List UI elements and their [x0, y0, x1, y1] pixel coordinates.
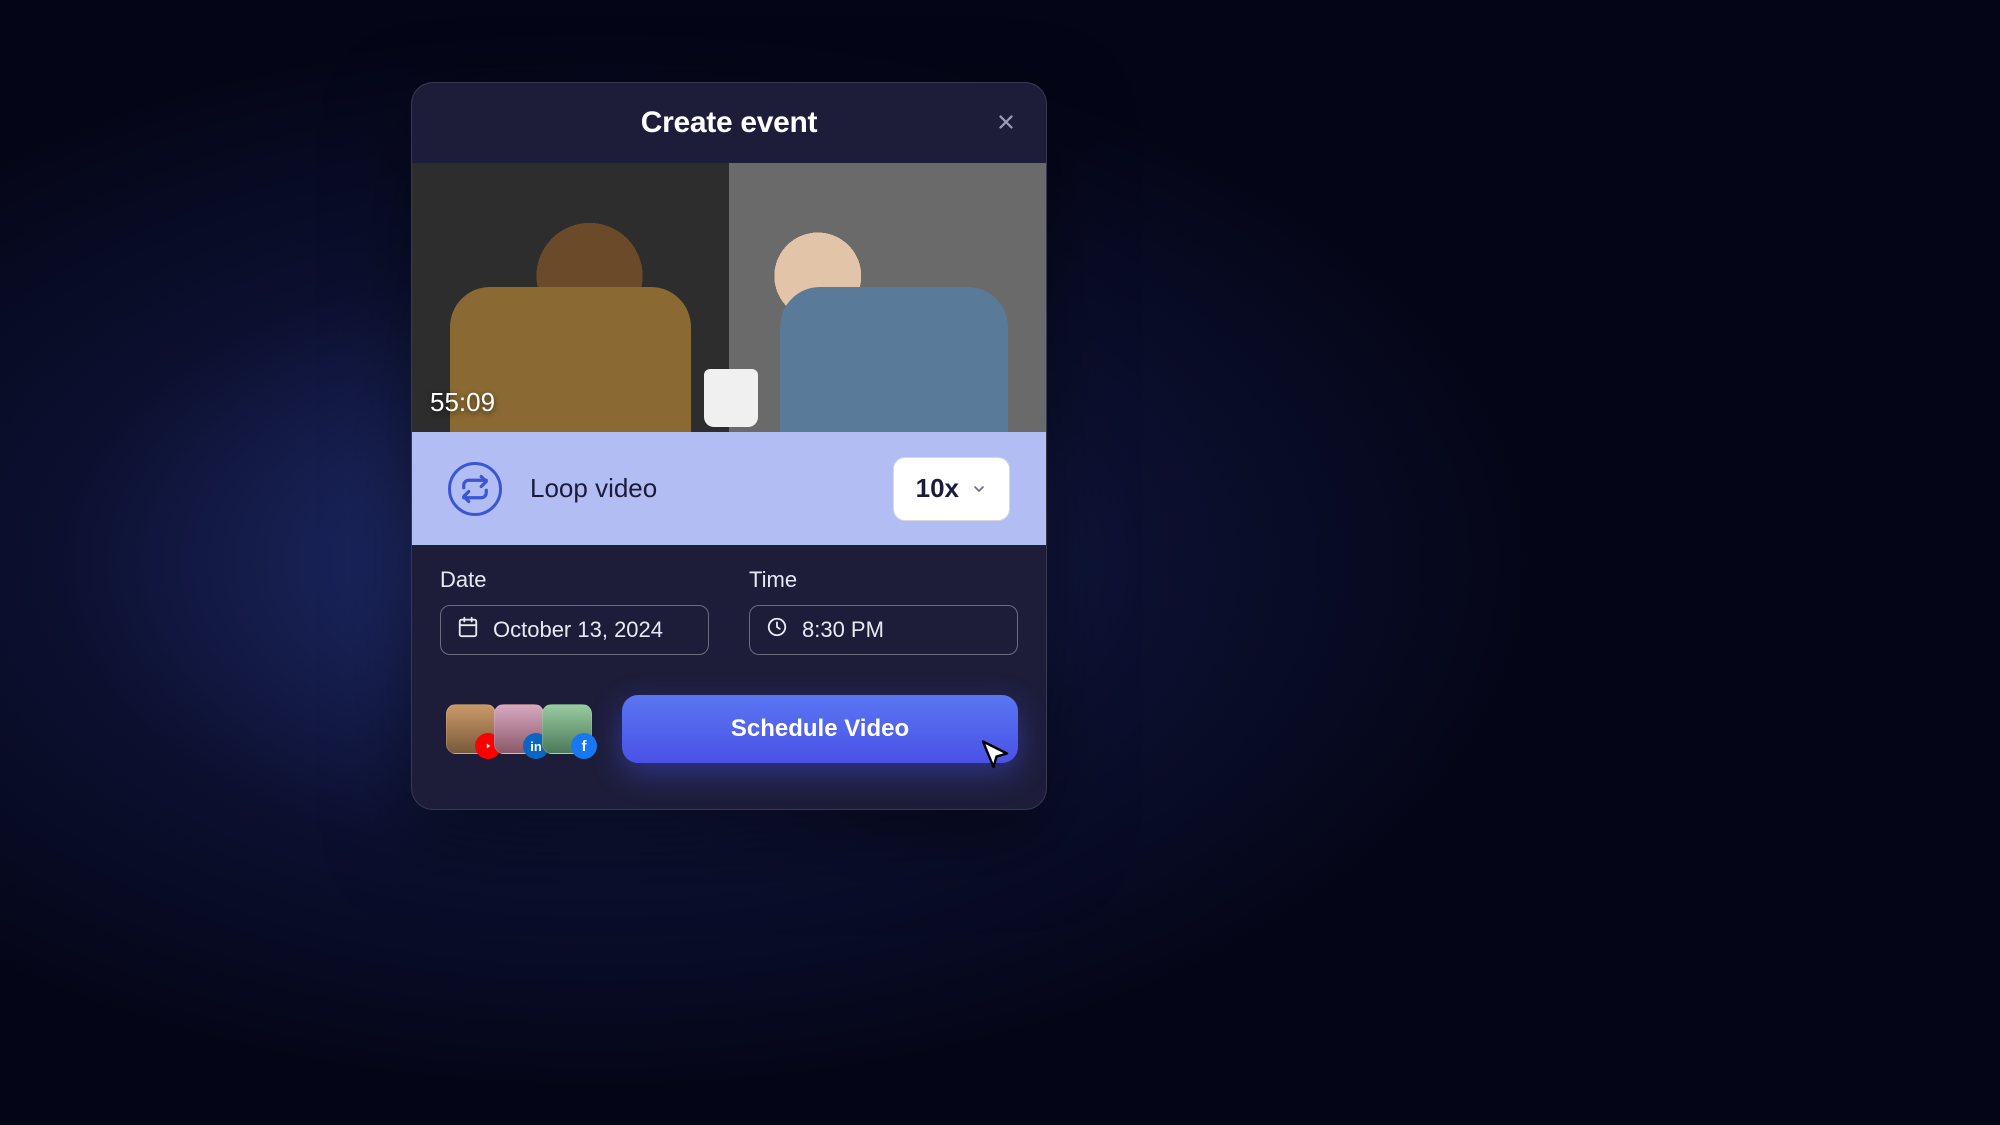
- avatar[interactable]: in: [494, 704, 544, 754]
- close-icon: [995, 111, 1017, 136]
- loop-video-row: Loop video 10x: [412, 432, 1046, 545]
- platform-avatars: in f: [440, 704, 592, 754]
- date-value: October 13, 2024: [493, 617, 663, 643]
- datetime-row: Date October 13, 2024 Time 8:30 PM: [412, 545, 1046, 665]
- time-input[interactable]: 8:30 PM: [749, 605, 1018, 655]
- modal-footer: in f Schedule Video: [412, 665, 1046, 809]
- clock-icon: [766, 616, 788, 644]
- video-thumbnail[interactable]: 55:09: [412, 163, 1046, 432]
- date-input[interactable]: October 13, 2024: [440, 605, 709, 655]
- loop-count-value: 10x: [916, 473, 959, 504]
- avatar[interactable]: [446, 704, 496, 754]
- loop-label: Loop video: [530, 473, 865, 504]
- create-event-modal: Create event 55:09 Loop video 10x: [411, 82, 1047, 810]
- avatar[interactable]: f: [542, 704, 592, 754]
- date-label: Date: [440, 567, 709, 593]
- modal-header: Create event: [412, 83, 1046, 163]
- loop-count-select[interactable]: 10x: [893, 457, 1010, 521]
- chevron-down-icon: [971, 473, 987, 504]
- loop-icon: [448, 462, 502, 516]
- modal-title: Create event: [641, 106, 818, 140]
- time-value: 8:30 PM: [802, 617, 884, 643]
- time-label: Time: [749, 567, 1018, 593]
- time-field: Time 8:30 PM: [749, 567, 1018, 655]
- calendar-icon: [457, 616, 479, 644]
- date-field: Date October 13, 2024: [440, 567, 709, 655]
- facebook-icon: f: [571, 733, 597, 759]
- schedule-video-button[interactable]: Schedule Video: [622, 695, 1018, 763]
- close-button[interactable]: [988, 105, 1024, 141]
- video-duration: 55:09: [430, 387, 495, 418]
